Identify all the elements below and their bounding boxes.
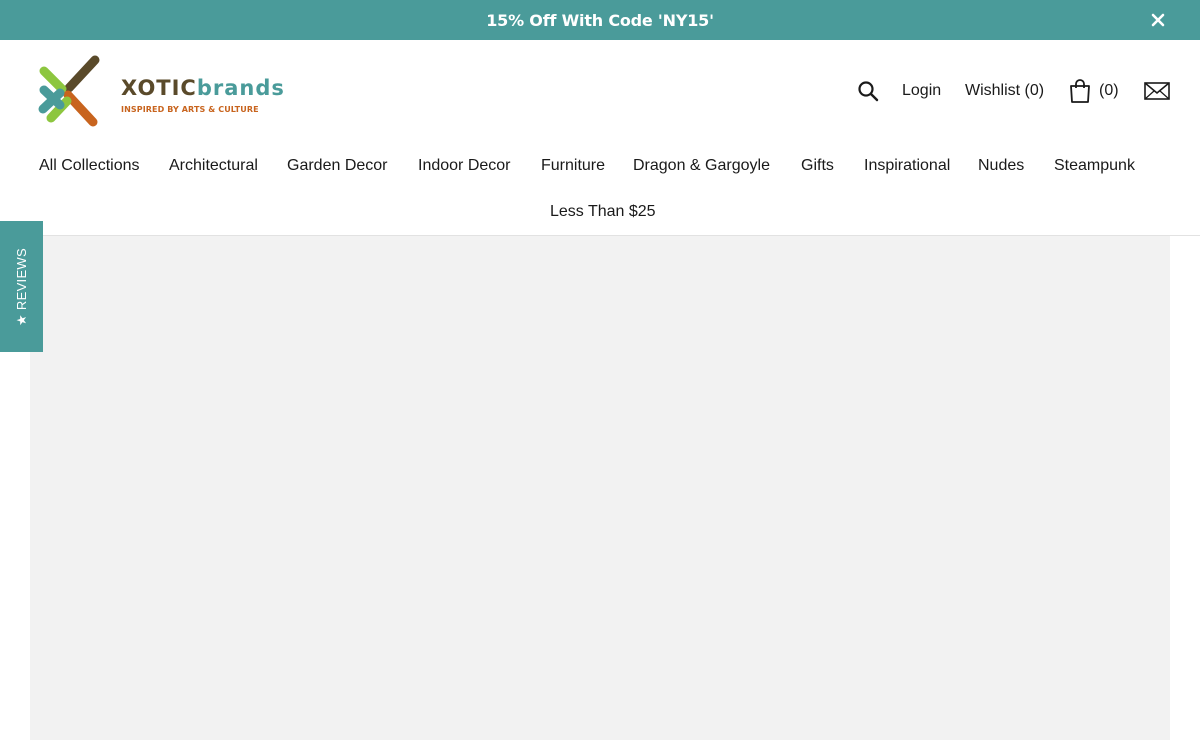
cart-count: (0): [1099, 82, 1119, 99]
nav-item-indoor-decor[interactable]: Indoor Decor: [418, 156, 511, 176]
nav-item-dragon-gargoyle[interactable]: Dragon & Gargoyle: [633, 156, 770, 176]
nav-item-inspirational[interactable]: Inspirational: [864, 156, 950, 176]
nav-item-furniture[interactable]: Furniture: [541, 156, 605, 176]
brand-name-part1: XOTIC: [121, 76, 197, 100]
nav-item-garden-decor[interactable]: Garden Decor: [287, 156, 388, 176]
brand-name-part2: brands: [196, 76, 285, 100]
brand-logo[interactable]: XOTICbrands INSPIRED BY ARTS & CULTURE: [38, 54, 284, 130]
close-icon[interactable]: [1148, 10, 1168, 30]
hero-banner: [30, 236, 1170, 740]
site-header: XOTICbrands INSPIRED BY ARTS & CULTURE L…: [0, 40, 1200, 236]
login-label: Login: [902, 82, 942, 99]
nav-item-steampunk[interactable]: Steampunk: [1054, 156, 1135, 176]
search-icon: [858, 81, 879, 102]
nav-item-gifts[interactable]: Gifts: [801, 156, 834, 176]
brand-wordmark: XOTICbrands: [121, 78, 285, 99]
wishlist-label: Wishlist (0): [965, 82, 1045, 99]
x-logo-icon: [38, 55, 100, 127]
search-button[interactable]: [857, 76, 879, 106]
announcement-bar: 15% Off With Code 'NY15': [0, 0, 1200, 40]
reviews-tab[interactable]: ★ REVIEWS: [0, 221, 43, 352]
nav-item-less-than-25[interactable]: Less Than $25: [550, 202, 656, 222]
reviews-tab-label: REVIEWS: [13, 247, 29, 310]
brand-tagline: INSPIRED BY ARTS & CULTURE: [121, 105, 259, 114]
cart-button[interactable]: (0): [1068, 76, 1119, 106]
shopping-bag-icon: [1070, 79, 1090, 103]
nav-item-nudes[interactable]: Nudes: [978, 156, 1024, 176]
star-icon: ★: [13, 313, 29, 326]
nav-item-architectural[interactable]: Architectural: [169, 156, 258, 176]
envelope-icon: [1144, 82, 1170, 100]
announcement-text: 15% Off With Code 'NY15': [486, 10, 714, 30]
login-link[interactable]: Login: [902, 76, 941, 106]
contact-button[interactable]: [1144, 76, 1170, 106]
nav-item-all-collections[interactable]: All Collections: [39, 156, 139, 176]
wishlist-link[interactable]: Wishlist (0): [965, 76, 1044, 106]
